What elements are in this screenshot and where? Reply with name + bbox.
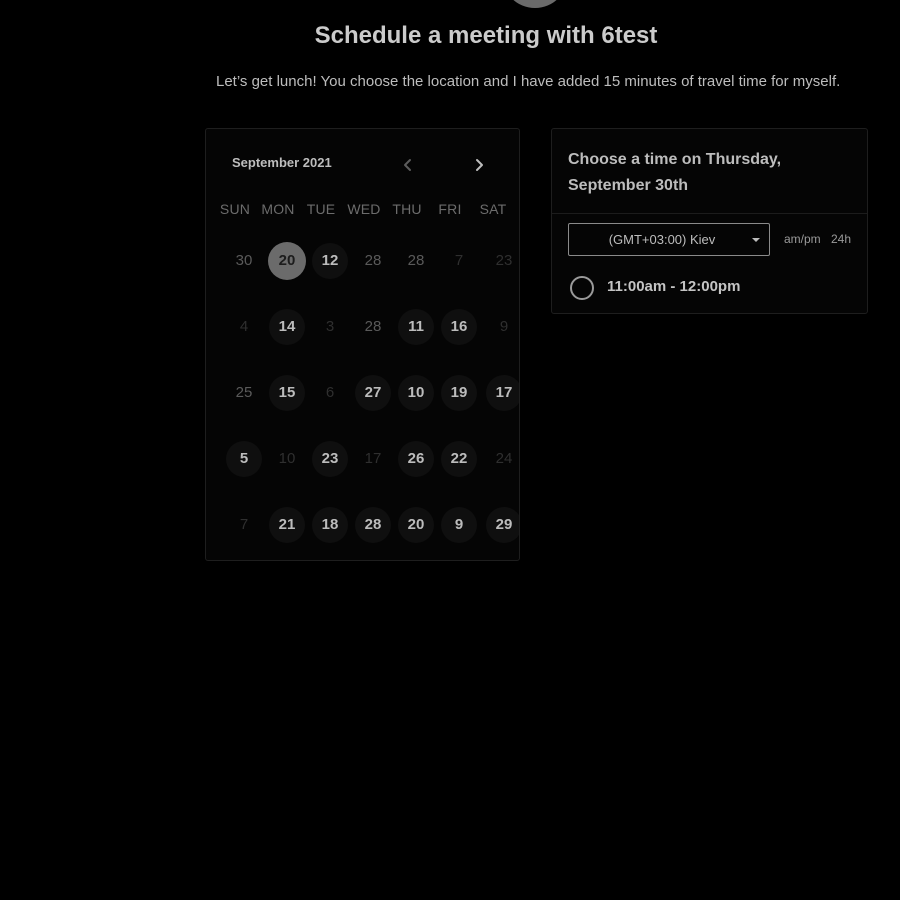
- calendar-day[interactable]: 23: [312, 441, 348, 477]
- calendar-day: 10: [278, 450, 296, 467]
- calendar-day[interactable]: 19: [441, 375, 477, 411]
- calendar-day[interactable]: 12: [312, 243, 348, 279]
- calendar-day[interactable]: 28: [355, 507, 391, 543]
- calendar-day: 3: [325, 318, 335, 335]
- calendar-day[interactable]: 27: [355, 375, 391, 411]
- calendar-day: 7: [454, 252, 464, 269]
- time-heading: Choose a time on Thursday, September 30t…: [568, 151, 782, 194]
- caret-down-icon: [752, 238, 760, 242]
- calendar-day[interactable]: 10: [398, 375, 434, 411]
- calendar-day[interactable]: 15: [269, 375, 305, 411]
- scheduling-page: Schedule a meeting with 6test Let’s get …: [0, 0, 900, 900]
- calendar-day[interactable]: 16: [441, 309, 477, 345]
- calendar-day[interactable]: 26: [398, 441, 434, 477]
- calendar-day: 9: [499, 318, 509, 335]
- timezone-value: (GMT+03:00) Kiev: [608, 232, 716, 247]
- calendar-day: 23: [495, 252, 513, 269]
- calendar-day: 30: [235, 252, 253, 269]
- divider: [552, 213, 867, 214]
- time-slot-option[interactable]: 11:00am - 12:00pm: [570, 275, 850, 301]
- calendar-days-grid: 30 20 12 28 28 7 23 4 14 3 28 11 16 9 25 15 6 27 10 19 17 5 10…: [206, 129, 519, 560]
- calendar-day: 28: [364, 318, 382, 335]
- calendar-day: 25: [235, 384, 253, 401]
- calendar-day[interactable]: 22: [441, 441, 477, 477]
- calendar-day[interactable]: 21: [269, 507, 305, 543]
- calendar-day[interactable]: 20: [398, 507, 434, 543]
- calendar-day: 28: [364, 252, 382, 269]
- radio-button[interactable]: [570, 276, 594, 300]
- calendar-day: 17: [364, 450, 382, 467]
- calendar-day: 28: [407, 252, 425, 269]
- calendar-day[interactable]: 11: [398, 309, 434, 345]
- calendar-day[interactable]: 18: [312, 507, 348, 543]
- time-slot-label: 11:00am - 12:00pm: [607, 278, 741, 295]
- meeting-description: Let’s get lunch! You choose the location…: [216, 73, 841, 90]
- calendar-day[interactable]: 17: [486, 375, 519, 411]
- calendar-day[interactable]: 14: [269, 309, 305, 345]
- timezone-select[interactable]: (GMT+03:00) Kiev: [568, 223, 770, 256]
- calendar-day[interactable]: 5: [226, 441, 262, 477]
- ampm-format-toggle[interactable]: am/pm: [784, 232, 821, 246]
- calendar-day[interactable]: 29: [486, 507, 519, 543]
- host-avatar: [502, 0, 568, 8]
- calendar-day: 24: [495, 450, 513, 467]
- calendar-day: 7: [239, 516, 249, 533]
- calendar-day-selected[interactable]: 20: [268, 242, 306, 280]
- date-picker-calendar: September 2021 SUN MON TUE WED THU FRI S…: [205, 128, 520, 561]
- calendar-day: 6: [325, 384, 335, 401]
- calendar-day: 4: [239, 318, 249, 335]
- page-title: Schedule a meeting with 6test: [314, 22, 658, 49]
- 24h-format-toggle[interactable]: 24h: [831, 232, 851, 246]
- time-selection-panel: Choose a time on Thursday, September 30t…: [551, 128, 868, 314]
- calendar-day[interactable]: 9: [441, 507, 477, 543]
